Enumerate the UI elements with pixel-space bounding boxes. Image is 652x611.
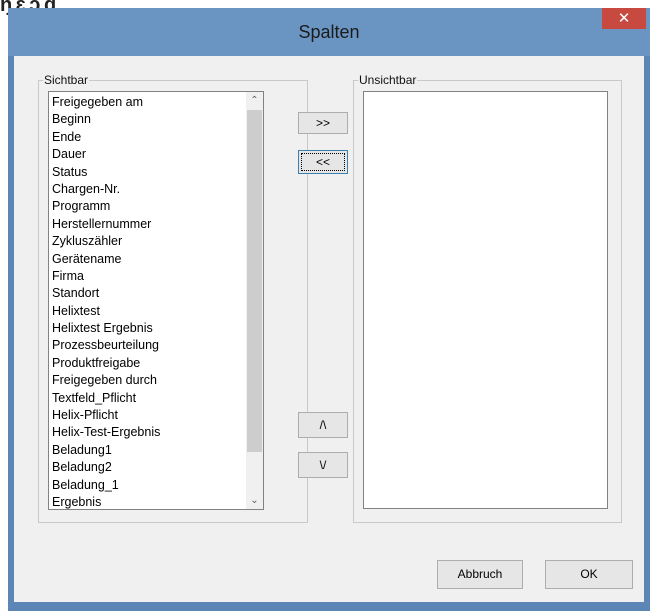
list-item[interactable]: Ergebnis [52,494,260,509]
focus-ring [301,153,345,171]
list-item[interactable]: Herstellernummer [52,216,260,233]
scroll-thumb[interactable] [247,110,262,452]
list-item[interactable]: Zykluszähler [52,233,260,250]
list-item[interactable]: Standort [52,285,260,302]
ok-button[interactable]: OK [545,560,633,589]
dialog-client-area: Sichtbar Freigegeben am Beginn Ende Dauer St… [14,56,644,602]
list-item[interactable]: Ende [52,129,260,146]
visible-columns-list: Freigegeben am Beginn Ende Dauer Status Charg… [52,94,260,509]
ok-label: OK [580,567,598,581]
list-item[interactable]: Programm [52,198,260,215]
move-down-label: \/ [319,458,327,472]
list-item[interactable]: Status [52,164,260,181]
list-item[interactable]: Firma [52,268,260,285]
title-bar[interactable]: Spalten ✕ [8,8,650,56]
move-down-button[interactable]: \/ [298,452,348,478]
list-item[interactable]: Freigegeben durch [52,372,260,389]
list-item[interactable]: Helix-Pflicht [52,407,260,424]
hidden-columns-label: Unsichtbar [358,73,418,87]
list-item[interactable]: Gerätename [52,251,260,268]
move-up-button[interactable]: /\ [298,412,348,438]
scroll-up-icon[interactable]: ⌃ [246,92,263,109]
visible-list-scrollbar[interactable]: ⌃ ⌄ [246,92,263,509]
list-item[interactable]: Beladung1 [52,442,260,459]
list-item[interactable]: Prozessbeurteilung [52,337,260,354]
visible-columns-listbox[interactable]: Freigegeben am Beginn Ende Dauer Status Charg… [48,91,264,510]
list-item[interactable]: Freigegeben am [52,94,260,111]
visible-columns-group: Sichtbar Freigegeben am Beginn Ende Dauer St… [38,73,308,523]
visible-columns-label: Sichtbar [43,73,90,87]
hidden-columns-listbox[interactable] [363,91,608,509]
list-item[interactable]: Beladung_1 [52,477,260,494]
list-item[interactable]: Chargen-Nr. [52,181,260,198]
list-item[interactable]: Helixtest [52,303,260,320]
list-item[interactable]: Helixtest Ergebnis [52,320,260,337]
list-item[interactable]: Textfeld_Pflicht [52,390,260,407]
cancel-button[interactable]: Abbruch [437,560,523,589]
list-item[interactable]: Beginn [52,111,260,128]
move-left-button[interactable]: << [298,150,348,174]
close-button[interactable]: ✕ [602,8,646,29]
scroll-down-icon[interactable]: ⌄ [246,492,263,509]
list-item[interactable]: Helix-Test-Ergebnis [52,424,260,441]
list-item[interactable]: Beladung2 [52,459,260,476]
desktop-background: ŋ̧ ɛ̧ ɔ̧ ɡ [0,0,652,16]
window-title: Spalten [298,22,360,42]
close-icon: ✕ [617,9,631,27]
list-item[interactable]: Dauer [52,146,260,163]
move-up-label: /\ [319,418,327,432]
cancel-label: Abbruch [457,567,503,581]
list-item[interactable]: Produktfreigabe [52,355,260,372]
move-right-label: >> [315,116,330,130]
dialog-window: Spalten ✕ Sichtbar Freigegeben am Beginn E… [8,8,650,611]
move-right-button[interactable]: >> [298,112,348,134]
hidden-columns-group: Unsichtbar [353,73,622,523]
